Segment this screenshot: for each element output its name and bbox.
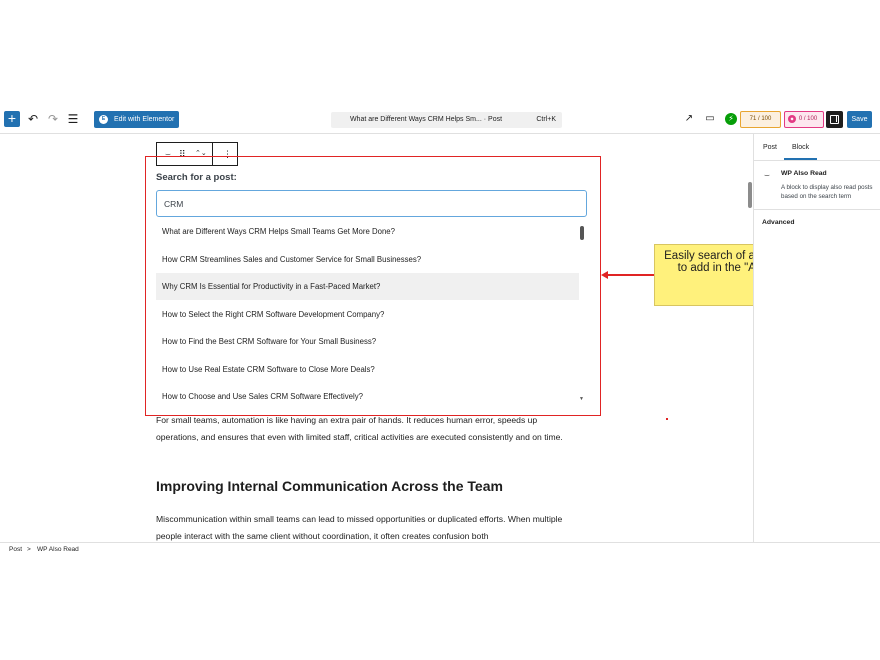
section-heading: Improving Internal Communication Across … [156, 478, 503, 494]
search-result-item[interactable]: How to Find the Best CRM Software for Yo… [156, 328, 579, 355]
command-palette-bar[interactable]: What are Different Ways CRM Helps Sm... … [331, 112, 562, 128]
search-result-item[interactable]: Why CRM Is Essential for Productivity in… [156, 273, 579, 300]
post-search-input[interactable] [156, 190, 587, 217]
list-view-icon[interactable]: ☰ [66, 112, 80, 126]
search-result-item[interactable]: How to Choose and Use Sales CRM Software… [156, 383, 579, 406]
breadcrumb: Post > WP Also Read [0, 542, 880, 556]
arrow-head-icon [601, 271, 608, 279]
block-smile-icon: ⌣ [764, 170, 770, 180]
advanced-panel-toggle[interactable]: Advanced [762, 219, 794, 226]
divider [754, 160, 880, 161]
add-block-button[interactable]: + [4, 111, 20, 127]
paragraph: Miscommunication within small teams can … [156, 514, 563, 541]
desktop-preview-icon[interactable]: ▭ [704, 113, 716, 125]
redo-icon[interactable]: ↷ [46, 112, 60, 126]
scroll-down-icon[interactable]: ▼ [579, 396, 584, 402]
settings-sidebar-toggle[interactable] [826, 111, 843, 128]
paragraph: For small teams, automation is like havi… [156, 415, 563, 442]
cursor-dot [666, 418, 668, 420]
divider [754, 209, 880, 210]
tab-block[interactable]: Block [792, 144, 809, 151]
search-label: Search for a post: [156, 172, 237, 183]
block-description: A block to display also read posts based… [781, 184, 873, 200]
edit-with-elementor-button[interactable]: E Edit with Elementor [94, 111, 179, 128]
breadcrumb-separator: > [27, 546, 31, 553]
editor-toolbar: + ↶ ↷ ☰ E Edit with Elementor What are D… [0, 108, 880, 134]
search-result-item[interactable]: What are Different Ways CRM Helps Small … [156, 218, 579, 245]
results-scrollbar[interactable] [580, 226, 584, 240]
elementor-icon: E [99, 115, 108, 124]
tab-post[interactable]: Post [763, 144, 777, 151]
annotation-arrow [606, 274, 654, 276]
search-result-item[interactable]: How CRM Streamlines Sales and Customer S… [156, 246, 579, 273]
seo-score-badge[interactable]: 71 / 100 [740, 111, 781, 128]
canvas-scrollbar[interactable] [748, 182, 752, 208]
document-title: What are Different Ways CRM Helps Sm... … [349, 116, 503, 123]
rank-math-icon: ◆ [788, 115, 796, 123]
sidebar-icon [830, 115, 839, 124]
search-result-item[interactable]: How to Use Real Estate CRM Software to C… [156, 356, 579, 383]
block-title: WP Also Read [781, 170, 827, 177]
command-shortcut: Ctrl+K [536, 116, 556, 123]
search-result-item[interactable]: How to Select the Right CRM Software Dev… [156, 301, 579, 328]
external-link-icon[interactable]: ↗ [683, 113, 695, 125]
breadcrumb-block[interactable]: WP Also Read [37, 543, 79, 557]
save-button[interactable]: Save [847, 111, 872, 128]
breadcrumb-post[interactable]: Post [9, 543, 22, 557]
readability-score-badge[interactable]: ◆ 0 / 100 [784, 111, 824, 128]
undo-icon[interactable]: ↶ [26, 112, 40, 126]
search-results-list: What are Different Ways CRM Helps Small … [156, 218, 587, 406]
jetpack-icon[interactable]: ⚡ [725, 113, 737, 125]
